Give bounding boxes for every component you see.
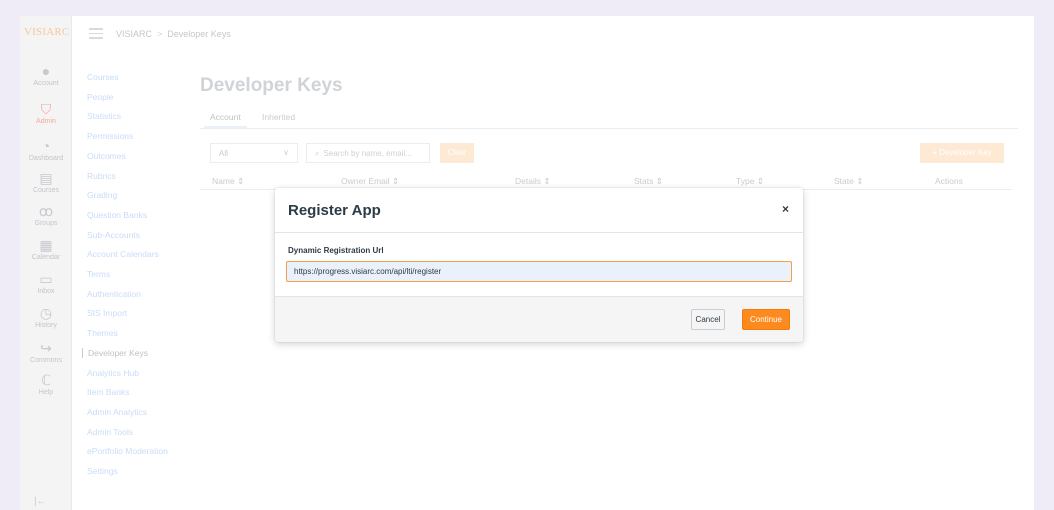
column-header-owner-email[interactable]: Owner Email ⇕ [341, 176, 399, 187]
collapse-nav-icon[interactable]: |← [34, 496, 47, 507]
account-nav-item[interactable]: SIS Import [82, 308, 127, 318]
dialog-title: Register App [288, 202, 381, 219]
page-title: Developer Keys [200, 75, 343, 96]
global-nav-inbox[interactable]: ▭ Inbox [20, 272, 72, 295]
help-icon: ℂ [41, 372, 51, 388]
global-nav-commons[interactable]: ↪ Commons [20, 341, 72, 364]
column-header-state[interactable]: State ⇕ [834, 176, 863, 187]
search-icon: ⌕ [315, 149, 320, 158]
shield-icon: ⛉ [40, 101, 52, 117]
column-header-type[interactable]: Type ⇕ [736, 176, 764, 187]
tab-account[interactable]: Account [204, 112, 247, 128]
global-nav-dashboard[interactable]: ◔ Dashboard [20, 139, 72, 162]
dialog-footer: Cancel Continue [275, 296, 803, 342]
dashboard-icon: ◔ [41, 138, 51, 154]
account-nav-item[interactable]: Account Calendars [82, 249, 159, 259]
breadcrumb-separator: > [157, 29, 163, 39]
column-header-name[interactable]: Name ⇕ [212, 176, 244, 187]
account-nav-item-developer-keys[interactable]: Developer Keys [82, 347, 148, 358]
inbox-icon: ▭ [39, 271, 53, 287]
commons-icon: ↪ [40, 340, 52, 356]
global-nav-label: Help [38, 389, 54, 396]
search-placeholder: Search by name, email... [323, 149, 412, 158]
global-nav-help[interactable]: ℂ Help [20, 373, 72, 396]
book-icon: ▤ [39, 170, 53, 186]
cancel-button[interactable]: Cancel [691, 309, 725, 330]
global-nav-label: Courses [32, 187, 60, 194]
global-nav-label: Admin [36, 118, 56, 125]
account-nav-item[interactable]: People [82, 92, 113, 102]
account-nav-item[interactable]: ePortfolio Moderation [82, 446, 168, 456]
continue-button[interactable]: Continue [742, 309, 790, 330]
column-header-stats[interactable]: Stats ⇕ [634, 176, 663, 187]
close-icon[interactable]: × [782, 202, 789, 216]
account-nav-item[interactable]: Admin Tools [82, 427, 133, 437]
account-nav-item[interactable]: Permissions [82, 131, 133, 141]
account-nav-item[interactable]: Outcomes [82, 151, 126, 161]
global-nav-label: Commons [30, 357, 62, 364]
account-nav-item[interactable]: Admin Analytics [82, 407, 147, 417]
filter-selected-value: All [219, 149, 228, 158]
account-nav-item[interactable]: Statistics [82, 111, 121, 121]
account-nav-item[interactable]: Authentication [82, 289, 141, 299]
account-nav-item[interactable]: Grading [82, 190, 117, 200]
account-nav-item[interactable]: Terms [82, 269, 110, 279]
column-header-details[interactable]: Details ⇕ [515, 176, 550, 187]
chevron-down-icon: ∨ [283, 148, 289, 157]
app-frame: VISIARC ● Account ⛉ Admin ◔ Dashboard ▤ … [20, 16, 1034, 510]
filter-select[interactable]: All ∨ [210, 143, 298, 163]
account-nav-item[interactable]: Item Banks [82, 387, 130, 397]
account-nav-item[interactable]: Themes [82, 328, 118, 338]
account-nav-item[interactable]: Sub-Accounts [82, 230, 140, 240]
account-nav-item[interactable]: Analytics Hub [82, 368, 139, 378]
register-app-dialog: Register App × Dynamic Registration Url … [275, 188, 803, 342]
add-developer-key-button[interactable]: + Developer Key [920, 143, 1004, 163]
dialog-header: Register App × [275, 188, 803, 233]
global-nav-groups[interactable]: ꝏ Groups [20, 204, 72, 227]
global-nav-label: Calendar [31, 254, 61, 261]
clock-icon: ◷ [39, 305, 53, 321]
global-nav-history[interactable]: ◷ History [20, 306, 72, 329]
global-nav-admin[interactable]: ⛉ Admin [20, 102, 72, 125]
global-nav-label: History [35, 322, 57, 329]
breadcrumb-current: Developer Keys [167, 29, 231, 39]
account-nav-item[interactable]: Settings [82, 466, 118, 476]
clear-button[interactable]: Clear [440, 143, 474, 163]
account-nav-item[interactable]: Courses [82, 72, 119, 82]
dynamic-registration-url-label: Dynamic Registration Url [288, 246, 384, 255]
groups-icon: ꝏ [38, 203, 54, 219]
brand-logo[interactable]: VISIARC [24, 26, 70, 38]
global-nav: VISIARC ● Account ⛉ Admin ◔ Dashboard ▤ … [20, 16, 72, 510]
global-nav-label: Inbox [37, 288, 55, 295]
account-nav-item[interactable]: Rubrics [82, 171, 116, 181]
dynamic-registration-url-input[interactable] [286, 261, 792, 282]
global-nav-courses[interactable]: ▤ Courses [20, 171, 72, 194]
tab-inherited[interactable]: Inherited [262, 112, 295, 122]
global-nav-account[interactable]: ● Account [20, 64, 72, 87]
column-header-actions: Actions [935, 176, 963, 186]
top-bar: VISIARC > Developer Keys [72, 16, 1034, 56]
hamburger-menu-icon[interactable] [89, 28, 103, 39]
global-nav-label: Dashboard [28, 155, 64, 162]
global-nav-calendar[interactable]: ▦ Calendar [20, 238, 72, 261]
avatar-icon: ● [41, 63, 51, 79]
search-input[interactable]: ⌕ Search by name, email... [306, 143, 430, 163]
breadcrumb-root[interactable]: VISIARC [116, 29, 152, 39]
calendar-icon: ▦ [39, 237, 53, 253]
global-nav-label: Groups [34, 220, 58, 227]
global-nav-label: Account [33, 80, 59, 87]
breadcrumb: VISIARC > Developer Keys [116, 29, 231, 39]
account-nav-item[interactable]: Question Banks [82, 210, 147, 220]
tab-list: Account Inherited [200, 109, 1018, 129]
